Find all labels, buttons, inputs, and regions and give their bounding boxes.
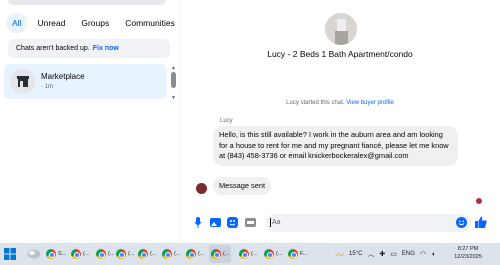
scroll-down-icon[interactable]: ▼: [171, 96, 176, 101]
network-icon[interactable]: ✚: [379, 250, 385, 258]
emoji-icon[interactable]: [455, 216, 467, 228]
chat-start-notice: Lucy started this chat. View buyer profi…: [180, 100, 500, 106]
message-composer: Aa: [180, 212, 500, 234]
conversation-panel: Lucy - 2 Beds 1 Bath Apartment/condo Luc…: [180, 0, 500, 243]
taskbar-app-label: (...: [150, 251, 157, 257]
windows-start-icon[interactable]: [4, 245, 16, 263]
gif-icon[interactable]: [244, 216, 256, 228]
taskbar-app[interactable]: (...: [138, 245, 156, 263]
taskbar-app-label: F...: [300, 251, 308, 257]
started-text: Lucy started this chat.: [286, 100, 345, 106]
chat-title: Lucy - 2 Beds 1 Bath Apartment/condo: [267, 49, 413, 59]
app-window: All Unread Groups Communities Chats aren…: [0, 0, 500, 243]
sticker-icon[interactable]: [226, 216, 238, 228]
display-icon[interactable]: ▭: [390, 250, 397, 258]
volume-icon[interactable]: ◖: [431, 251, 435, 258]
taskbar-app[interactable]: (...: [186, 245, 204, 263]
weather-icon[interactable]: 〰: [335, 248, 344, 261]
filter-communities[interactable]: Communities: [119, 13, 181, 33]
taskbar-app-label: S...: [58, 251, 67, 257]
weather-temperature[interactable]: 15°C: [349, 251, 362, 257]
conversation-name: Marketplace: [41, 72, 85, 81]
taskbar-app-label: (...: [174, 251, 181, 257]
taskbar-app-label: (...: [83, 251, 90, 257]
backup-notice: Chats aren't backed up. Fix now: [8, 39, 170, 58]
taskbar-app-label: (...: [223, 251, 230, 257]
taskbar-app-label: (...: [276, 251, 283, 257]
taskbar-app[interactable]: F...: [288, 245, 307, 263]
taskbar-app-label: (...: [108, 251, 115, 257]
chrome-icon: [186, 249, 196, 259]
conversation-marketplace[interactable]: Marketplace · 1m: [4, 64, 167, 99]
chrome-icon: [264, 249, 274, 259]
taskbar-app[interactable]: (...: [116, 245, 134, 263]
windows-taskbar: S... (... (... (... (... (... (... (... …: [0, 243, 500, 265]
chat-list-scrollbar[interactable]: ▲ ▼: [171, 66, 176, 102]
wifi-icon[interactable]: ◠: [420, 250, 426, 258]
filter-groups[interactable]: Groups: [75, 13, 115, 33]
taskbar-app[interactable]: (...: [239, 245, 257, 263]
microphone-icon[interactable]: [192, 216, 204, 228]
taskbar-app[interactable]: (...: [96, 245, 114, 263]
chrome-icon: [96, 249, 106, 259]
taskbar-app-label: (...: [128, 251, 135, 257]
taskbar-app[interactable]: (...: [162, 245, 180, 263]
message-input[interactable]: Aa: [266, 214, 471, 232]
chrome-icon: [288, 249, 298, 259]
chevron-up-icon[interactable]: ︿: [367, 249, 374, 259]
taskbar-app[interactable]: [27, 245, 41, 263]
search-bar-edge: [8, 0, 166, 5]
filter-unread[interactable]: Unread: [31, 13, 71, 33]
conversation-time: · 1m: [41, 84, 53, 90]
taskbar-app-label: (...: [198, 251, 205, 257]
message-input-placeholder: Aa: [272, 219, 281, 226]
chrome-icon: [162, 249, 172, 259]
filter-all[interactable]: All: [6, 13, 28, 33]
clock-time: 8:27 PM: [457, 246, 479, 252]
taskbar-app[interactable]: (...: [71, 245, 89, 263]
chrome-icon: [239, 249, 249, 259]
read-receipt-avatar: [476, 198, 482, 204]
scrollbar-thumb[interactable]: [171, 72, 176, 88]
message-bubble: Message sent: [213, 177, 272, 195]
taskbar-app[interactable]: (...: [264, 245, 282, 263]
system-tray: 〰 15°C ︿ ✚ ▭ ENG ◠ ◖: [335, 245, 435, 263]
sender-avatar[interactable]: [196, 183, 207, 194]
like-icon[interactable]: [475, 216, 487, 228]
language-indicator[interactable]: ENG: [402, 251, 415, 257]
chrome-icon: [71, 249, 81, 259]
message-bubble: Hello, is this still available? I work i…: [213, 126, 458, 166]
taskbar-app[interactable]: S...: [46, 245, 66, 263]
filter-tabs: All Unread Groups Communities: [6, 12, 181, 34]
chrome-icon: [46, 249, 56, 259]
photo-icon[interactable]: [209, 216, 221, 228]
taskbar-app-label: (...: [251, 251, 258, 257]
chrome-icon: [211, 249, 221, 259]
fix-now-link[interactable]: Fix now: [93, 45, 119, 52]
storefront-icon: [10, 69, 35, 94]
clock-date: 12/23/2025: [454, 254, 482, 260]
view-buyer-profile-link[interactable]: View buyer profile: [346, 100, 394, 106]
scroll-up-icon[interactable]: ▲: [171, 66, 176, 71]
chrome-icon: [116, 249, 126, 259]
backup-notice-text: Chats aren't backed up.: [16, 45, 90, 52]
sender-name: Lucy: [220, 118, 233, 124]
system-clock[interactable]: 8:27 PM 12/23/2025: [450, 245, 486, 261]
chat-list-panel: All Unread Groups Communities Chats aren…: [0, 0, 179, 243]
taskbar-app-active[interactable]: (...: [209, 245, 232, 263]
chrome-icon: [138, 249, 148, 259]
listing-photo[interactable]: [325, 13, 357, 45]
